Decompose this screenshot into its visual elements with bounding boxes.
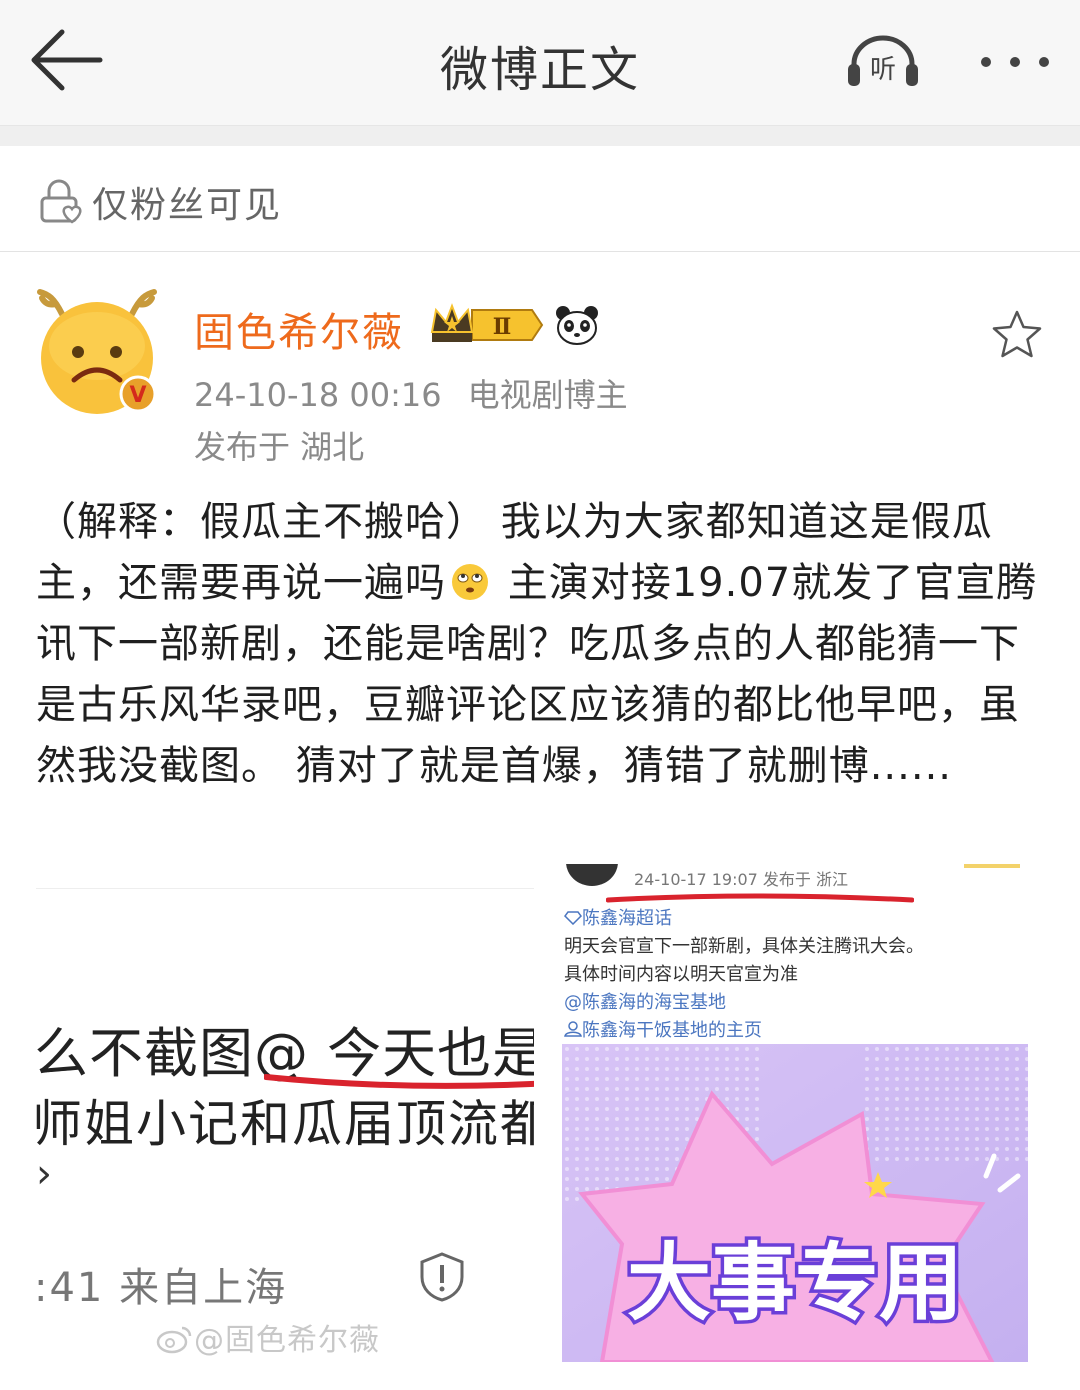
- badge-level-label: Ⅱ: [493, 314, 512, 340]
- avatar[interactable]: V: [34, 276, 160, 416]
- eye-roll-emoji-icon: [452, 564, 488, 600]
- diamond-icon: [564, 911, 582, 926]
- screenshot-right-accent-line: [964, 864, 1020, 868]
- screenshot-right-link2: 陈鑫海干饭基地的主页: [564, 1016, 762, 1042]
- favorite-star-icon[interactable]: [990, 308, 1044, 362]
- svg-text:V: V: [129, 383, 146, 408]
- screenshot-right-link1: @陈鑫海的海宝基地: [564, 992, 726, 1013]
- embedded-screenshot-left[interactable]: 么不截图@ 今天也是 师姐小记和瓜届顶流都 › :41 来自上海 @固色希尔薇: [36, 888, 534, 1358]
- top-nav-bar: 微博正文 听: [0, 0, 1080, 126]
- red-underline-mark: [606, 893, 914, 903]
- post-meta: 24-10-18 00:16 电视剧博主: [194, 370, 628, 416]
- author-name[interactable]: 固色希尔薇: [194, 300, 404, 358]
- post-location: 发布于 湖北: [194, 428, 365, 466]
- lock-heart-icon: [40, 179, 82, 224]
- user-icon: [564, 1021, 582, 1037]
- more-dots-icon[interactable]: [972, 40, 1058, 84]
- banner-text: 大事专用: [627, 1234, 963, 1332]
- panda-icon: [556, 306, 598, 345]
- crown-level-badge[interactable]: Ⅱ: [428, 302, 546, 348]
- author-role: 电视剧博主: [467, 376, 628, 414]
- weibo-watermark-text: @固色希尔薇: [194, 1323, 380, 1358]
- visibility-label: 仅粉丝可见: [92, 185, 283, 226]
- screenshot-right-topic: 陈鑫海超话: [564, 904, 672, 930]
- screenshot-left-time: :41 来自上海: [36, 1265, 288, 1311]
- section-divider: [0, 126, 1080, 146]
- screenshot-right-link2-text: 陈鑫海干饭基地的主页: [582, 1020, 762, 1041]
- weibo-logo-icon: [156, 1326, 192, 1354]
- big-news-banner-image: 大事专用: [562, 1044, 1028, 1362]
- embedded-screenshot-right[interactable]: 24-10-17 19:07 发布于 浙江 陈鑫海超话 明天会官宣下一部新剧，具…: [560, 864, 1030, 1364]
- screenshot-left-line3: ›: [36, 1151, 52, 1197]
- visibility-row: 仅粉丝可见: [0, 146, 1080, 252]
- screenshot-right-text2: 具体时间内容以明天官宣为准: [564, 964, 798, 985]
- post-datetime: 24-10-18 00:16: [194, 376, 442, 414]
- screenshot-left-line2: 师姐小记和瓜届顶流都: [36, 1095, 534, 1153]
- post-content: （解释：假瓜主不搬哈） 我以为大家都知道这是假瓜主，还需要再说一遍吗 主演对接1…: [36, 492, 1046, 797]
- warning-shield-icon: [420, 1252, 464, 1302]
- screenshot-right-topic-text: 陈鑫海超话: [582, 908, 672, 929]
- weibo-watermark: @固色希尔薇: [154, 1315, 380, 1358]
- screenshot-right-text1: 明天会官宣下一部新剧，具体关注腾讯大会。: [564, 936, 924, 957]
- listen-headphones-icon[interactable]: 听: [844, 34, 922, 90]
- listen-label: 听: [870, 55, 896, 85]
